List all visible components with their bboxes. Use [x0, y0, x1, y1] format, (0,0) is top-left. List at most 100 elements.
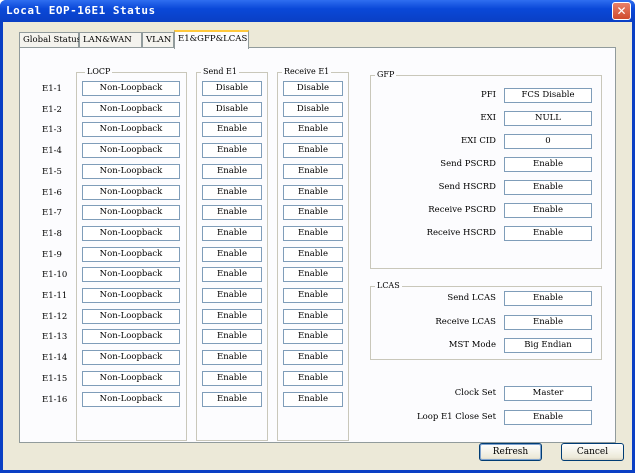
- receive-e1-field[interactable]: Disable: [283, 81, 343, 96]
- gfp-value-field[interactable]: FCS Disable: [504, 88, 592, 103]
- title-bar[interactable]: Local EOP-16E1 Status ✕: [0, 0, 635, 22]
- receive-e1-field[interactable]: Enable: [283, 391, 343, 407]
- locp-field[interactable]: Non-Loopback: [82, 184, 180, 200]
- send-e1-group-label: Send E1: [201, 67, 239, 77]
- send-e1-field[interactable]: Enable: [202, 308, 262, 324]
- locp-field[interactable]: Non-Loopback: [82, 370, 180, 386]
- gfp-value-field[interactable]: Enable: [504, 226, 592, 241]
- locp-field[interactable]: Non-Loopback: [82, 267, 180, 283]
- receive-e1-field[interactable]: Enable: [283, 205, 343, 221]
- close-icon: ✕: [616, 4, 627, 18]
- locp-field[interactable]: Non-Loopback: [82, 329, 180, 345]
- lcas-value-field[interactable]: Big Endian: [504, 338, 592, 353]
- close-button[interactable]: ✕: [612, 2, 631, 20]
- send-e1-field[interactable]: Enable: [202, 246, 262, 262]
- send-e1-field[interactable]: Enable: [202, 370, 262, 386]
- send-e1-field[interactable]: Enable: [202, 391, 262, 407]
- receive-e1-field[interactable]: Disable: [283, 101, 343, 117]
- locp-field[interactable]: Non-Loopback: [82, 205, 180, 221]
- receive-e1-field[interactable]: Enable: [283, 267, 343, 283]
- receive-e1-field[interactable]: Enable: [283, 329, 343, 345]
- send-e1-field[interactable]: Enable: [202, 288, 262, 303]
- send-e1-field[interactable]: Enable: [202, 143, 262, 159]
- locp-field[interactable]: Non-Loopback: [82, 81, 180, 96]
- e1-row-label: E1-10: [42, 270, 68, 281]
- locp-field[interactable]: Non-Loopback: [82, 143, 180, 159]
- gfp-group-label: GFP: [375, 70, 397, 80]
- misc-row-label: Clock Set: [454, 388, 496, 398]
- receive-e1-group-label: Receive E1: [282, 67, 332, 77]
- send-e1-field[interactable]: Disable: [202, 81, 262, 96]
- locp-field[interactable]: Non-Loopback: [82, 391, 180, 407]
- send-e1-field[interactable]: Enable: [202, 267, 262, 283]
- misc-value-field[interactable]: Master: [504, 386, 592, 401]
- gfp-row-label: EXI: [480, 113, 496, 123]
- e1-row-label: E1-15: [42, 373, 68, 384]
- gfp-value-field[interactable]: NULL: [504, 111, 592, 126]
- lcas-value-field[interactable]: Enable: [504, 315, 592, 330]
- receive-e1-field[interactable]: Enable: [283, 122, 343, 138]
- send-e1-field[interactable]: Enable: [202, 163, 262, 179]
- locp-field[interactable]: Non-Loopback: [82, 163, 180, 179]
- locp-field[interactable]: Non-Loopback: [82, 350, 180, 366]
- locp-field[interactable]: Non-Loopback: [82, 246, 180, 262]
- receive-e1-field[interactable]: Enable: [283, 370, 343, 386]
- tab-global-status[interactable]: Global Status: [19, 32, 82, 48]
- lcas-row-label: Receive LCAS: [435, 317, 496, 327]
- tab-e1-gfp-lcas[interactable]: E1&GFP&LCAS: [174, 30, 249, 49]
- receive-e1-field[interactable]: Enable: [283, 288, 343, 303]
- e1-row-label: E1-11: [42, 291, 68, 301]
- receive-e1-field[interactable]: Enable: [283, 308, 343, 324]
- gfp-value-field[interactable]: Enable: [504, 157, 592, 172]
- receive-e1-field[interactable]: Enable: [283, 143, 343, 159]
- send-e1-field[interactable]: Enable: [202, 225, 262, 241]
- tab-vlan[interactable]: VLAN: [142, 32, 174, 48]
- misc-row-label: Loop E1 Close Set: [416, 412, 496, 422]
- send-e1-field[interactable]: Enable: [202, 205, 262, 221]
- tab-lan-wan[interactable]: LAN&WAN: [79, 32, 142, 48]
- lcas-row-label: Send LCAS: [447, 293, 496, 303]
- e1-row-label: E1-16: [42, 394, 68, 405]
- send-e1-field[interactable]: Enable: [202, 122, 262, 138]
- misc-value-field[interactable]: Enable: [504, 410, 592, 425]
- e1-row-label: E1-2: [42, 104, 62, 115]
- status-window: Local EOP-16E1 Status ✕ Global Status LA…: [0, 0, 635, 473]
- gfp-row-label: Send PSCRD: [440, 159, 496, 169]
- window-title: Local EOP-16E1 Status: [6, 4, 156, 17]
- locp-field[interactable]: Non-Loopback: [82, 122, 180, 138]
- dialog-client: Global Status LAN&WAN VLAN E1&GFP&LCAS L…: [3, 22, 632, 470]
- locp-field[interactable]: Non-Loopback: [82, 308, 180, 324]
- send-e1-field[interactable]: Disable: [202, 101, 262, 117]
- locp-field[interactable]: Non-Loopback: [82, 288, 180, 303]
- e1-row-label: E1-5: [42, 166, 62, 177]
- locp-field[interactable]: Non-Loopback: [82, 101, 180, 117]
- receive-e1-field[interactable]: Enable: [283, 184, 343, 200]
- gfp-row-label: EXI CID: [461, 136, 496, 146]
- tab-label: Global Status: [23, 35, 82, 45]
- gfp-value-field[interactable]: Enable: [504, 180, 592, 195]
- send-e1-field[interactable]: Enable: [202, 350, 262, 366]
- receive-e1-field[interactable]: Enable: [283, 246, 343, 262]
- tab-panel: LOCP Send E1 Receive E1 E1-1 Non-Loopback…: [19, 47, 616, 443]
- send-e1-field[interactable]: Enable: [202, 184, 262, 200]
- gfp-value-field[interactable]: 0: [504, 134, 592, 149]
- e1-row-label: E1-13: [42, 332, 68, 343]
- tab-label: LAN&WAN: [83, 35, 132, 45]
- receive-e1-field[interactable]: Enable: [283, 225, 343, 241]
- e1-row-label: E1-9: [42, 249, 62, 260]
- cancel-button[interactable]: Cancel: [561, 443, 624, 461]
- locp-group-label: LOCP: [85, 67, 113, 77]
- tab-label: E1&GFP&LCAS: [178, 34, 248, 44]
- gfp-row-label: PFI: [481, 90, 496, 100]
- send-e1-field[interactable]: Enable: [202, 329, 262, 345]
- e1-row-label: E1-7: [42, 208, 62, 219]
- lcas-value-field[interactable]: Enable: [504, 291, 592, 306]
- receive-e1-field[interactable]: Enable: [283, 163, 343, 179]
- locp-field[interactable]: Non-Loopback: [82, 225, 180, 241]
- refresh-button[interactable]: Refresh: [479, 443, 542, 461]
- gfp-value-field[interactable]: Enable: [504, 203, 592, 218]
- e1-row-label: E1-6: [42, 187, 62, 198]
- e1-row-label: E1-12: [42, 311, 68, 322]
- receive-e1-field[interactable]: Enable: [283, 350, 343, 366]
- e1-row-label: E1-8: [42, 228, 62, 239]
